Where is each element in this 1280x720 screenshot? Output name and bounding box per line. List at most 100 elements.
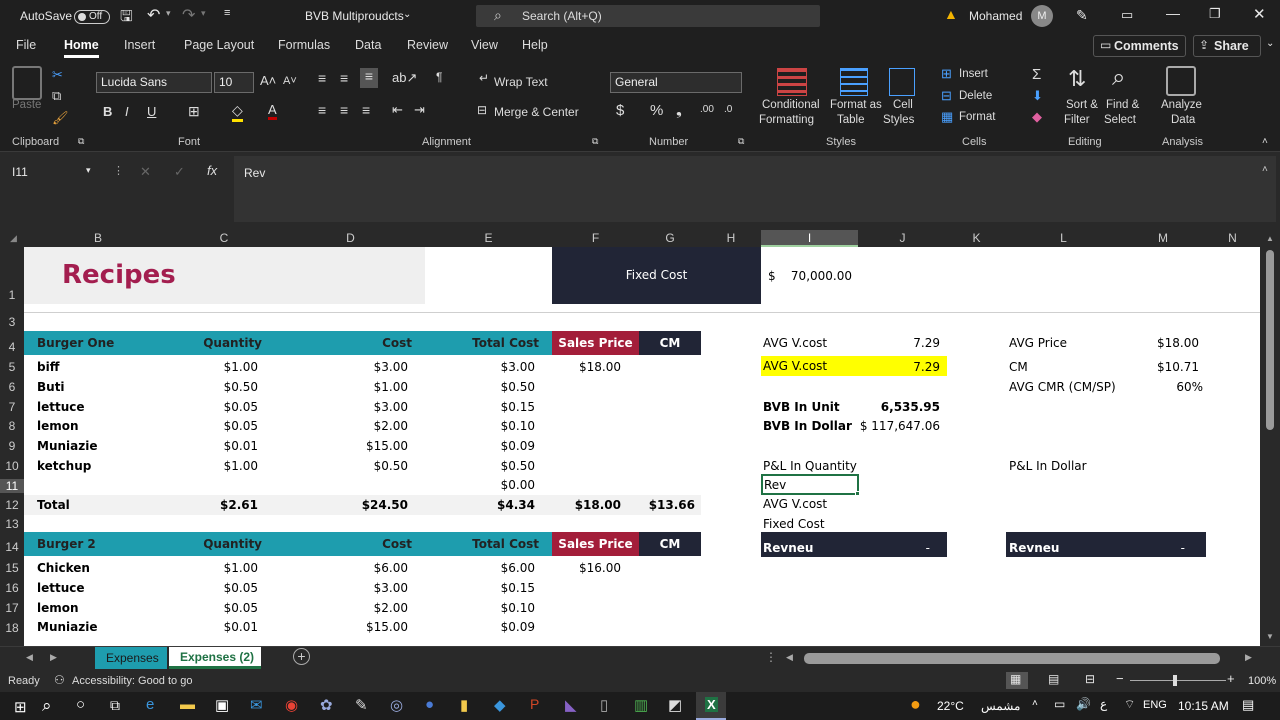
row-header[interactable]: 1 bbox=[0, 288, 24, 302]
item-name[interactable]: Muniazie bbox=[37, 437, 97, 455]
cell-styles-icon[interactable] bbox=[889, 68, 915, 96]
item-quantity[interactable]: $0.50 bbox=[172, 378, 258, 396]
burger1-header-quantity[interactable]: Quantity bbox=[172, 334, 262, 352]
row-header[interactable]: 9 bbox=[0, 439, 24, 453]
clipboard-launcher-icon[interactable]: ⧉ bbox=[78, 136, 84, 147]
item-name[interactable]: lettuce bbox=[37, 579, 85, 597]
undo-dropdown-icon[interactable]: ▾ bbox=[166, 8, 171, 19]
row-header[interactable]: 3 bbox=[0, 315, 24, 329]
fixed-cost-value[interactable]: 70,000.00 bbox=[764, 267, 852, 285]
orientation-icon[interactable]: ab↗ bbox=[392, 70, 417, 86]
borders-icon[interactable]: ⊞ bbox=[188, 103, 200, 120]
customize-toolbar-icon[interactable]: ≡ bbox=[224, 7, 230, 19]
bvb-dollar-label[interactable]: BVB In Dollar bbox=[763, 417, 852, 435]
app-icon[interactable]: ◩ bbox=[668, 696, 682, 714]
insert-cells-icon[interactable]: ⊞ bbox=[941, 66, 952, 82]
row-header[interactable]: 6 bbox=[0, 380, 24, 394]
align-middle-icon[interactable]: ≡ bbox=[340, 70, 348, 86]
decrease-font-icon[interactable]: A˅ bbox=[283, 75, 297, 87]
row-header[interactable]: 11 bbox=[0, 479, 24, 493]
item-quantity[interactable]: $0.05 bbox=[172, 579, 258, 597]
tab-insert[interactable]: Insert bbox=[124, 38, 155, 52]
volume-icon[interactable]: 🔊 bbox=[1076, 697, 1091, 711]
app-icon[interactable]: ✎ bbox=[355, 696, 368, 714]
pen-icon[interactable]: ✎ bbox=[1076, 7, 1088, 24]
bvb-unit-label[interactable]: BVB In Unit bbox=[763, 398, 840, 416]
row-header[interactable]: 8 bbox=[0, 419, 24, 433]
column-header-m[interactable]: M bbox=[1121, 230, 1205, 247]
burger2-header-cm[interactable]: CM bbox=[639, 535, 701, 553]
row-header[interactable]: 16 bbox=[0, 581, 24, 595]
app-icon[interactable]: ▯ bbox=[600, 696, 608, 714]
conditional-formatting-label-2[interactable]: Formatting bbox=[759, 113, 814, 128]
task-view-icon[interactable]: ⧉ bbox=[110, 697, 120, 714]
share-button[interactable]: ⇪ Share bbox=[1193, 35, 1261, 57]
burger1-header-cost[interactable]: Cost bbox=[284, 334, 412, 352]
increase-font-icon[interactable]: A˄ bbox=[260, 73, 276, 88]
total-label[interactable]: Total bbox=[37, 496, 70, 514]
item-total-cost[interactable]: $0.50 bbox=[425, 457, 535, 475]
tab-formulas[interactable]: Formulas bbox=[278, 38, 330, 52]
insert-function-icon[interactable]: fx bbox=[207, 163, 217, 178]
item-cost[interactable]: $2.00 bbox=[284, 599, 408, 617]
redo-dropdown-icon[interactable]: ▾ bbox=[201, 8, 206, 19]
normal-view-button[interactable]: ▦ bbox=[1006, 672, 1028, 689]
confirm-entry-icon[interactable]: ✓ bbox=[174, 164, 185, 180]
weather-icon[interactable]: ● bbox=[910, 694, 921, 715]
input-language[interactable]: ENG bbox=[1143, 699, 1167, 711]
avg-vcost3-label[interactable]: AVG V.cost bbox=[763, 495, 827, 513]
tab-file[interactable]: File bbox=[16, 38, 36, 52]
column-header-h[interactable]: H bbox=[701, 230, 761, 247]
item-cost[interactable]: $1.00 bbox=[284, 378, 408, 396]
cmr-value[interactable]: 60% bbox=[1124, 378, 1203, 396]
collapse-ribbon-icon[interactable]: ˄ bbox=[1262, 136, 1268, 147]
revneu2-label[interactable]: Revneu bbox=[1009, 539, 1059, 557]
item-total-cost[interactable]: $0.00 bbox=[425, 476, 535, 494]
find-select-icon[interactable]: ⌕ bbox=[1112, 64, 1125, 92]
percent-icon[interactable]: % bbox=[650, 102, 663, 119]
windows-start-icon[interactable]: ⊞ bbox=[14, 698, 27, 716]
item-total-cost[interactable]: $0.50 bbox=[425, 378, 535, 396]
item-name[interactable]: lemon bbox=[37, 417, 79, 435]
avg-price-label[interactable]: AVG Price bbox=[1009, 334, 1067, 352]
paste-label[interactable]: Paste bbox=[12, 98, 41, 113]
tab-review[interactable]: Review bbox=[407, 38, 448, 52]
italic-icon[interactable]: I bbox=[125, 104, 129, 119]
item-total-cost[interactable]: $3.00 bbox=[425, 358, 535, 376]
more-options-icon[interactable]: ⋮ bbox=[113, 164, 124, 177]
cm-value[interactable]: $10.71 bbox=[1124, 358, 1199, 376]
notifications-icon[interactable]: ▤ bbox=[1242, 697, 1254, 713]
accessibility-icon[interactable]: ⚇ bbox=[54, 673, 65, 687]
item-sales-price[interactable]: $18.00 bbox=[552, 358, 621, 376]
analyze-data-label-2[interactable]: Data bbox=[1171, 113, 1195, 128]
item-total-cost[interactable]: $0.09 bbox=[425, 437, 535, 455]
row-header[interactable]: 13 bbox=[0, 517, 24, 531]
total-cost[interactable]: $24.50 bbox=[284, 496, 408, 514]
tab-help[interactable]: Help bbox=[522, 38, 548, 52]
item-quantity[interactable]: $1.00 bbox=[172, 358, 258, 376]
merge-icon[interactable]: ⊟ bbox=[477, 103, 487, 117]
app-icon[interactable]: ◆ bbox=[494, 696, 506, 714]
weather-text[interactable]: مشمس bbox=[981, 699, 1020, 713]
analyze-data-label-1[interactable]: Analyze bbox=[1161, 98, 1202, 113]
name-box-dropdown-icon[interactable]: ▾ bbox=[86, 165, 91, 176]
item-total-cost[interactable]: $0.10 bbox=[425, 599, 535, 617]
cell-styles-label-2[interactable]: Styles bbox=[883, 113, 914, 128]
autosave-toggle[interactable]: Off bbox=[74, 10, 110, 24]
row-header[interactable]: 7 bbox=[0, 400, 24, 414]
avg-vcost-label[interactable]: AVG V.cost bbox=[763, 334, 827, 352]
find-select-label-1[interactable]: Find & bbox=[1106, 98, 1139, 113]
format-cells-button[interactable]: Format bbox=[959, 110, 995, 125]
item-total-cost[interactable]: $6.00 bbox=[425, 559, 535, 577]
item-name[interactable]: Chicken bbox=[37, 559, 90, 577]
item-total-cost[interactable]: $0.10 bbox=[425, 417, 535, 435]
fill-icon[interactable]: ⬇ bbox=[1032, 88, 1043, 104]
app-icon[interactable]: ◎ bbox=[390, 696, 403, 714]
save-icon[interactable]: 🖫 bbox=[120, 6, 133, 31]
fill-color-icon[interactable]: ◇ bbox=[232, 102, 243, 122]
show-hidden-icons-icon[interactable]: ˄ bbox=[1032, 698, 1038, 709]
tab-page-layout[interactable]: Page Layout bbox=[184, 38, 254, 52]
avg-vcost-value[interactable]: 7.29 bbox=[860, 334, 940, 352]
app-icon[interactable]: ▮ bbox=[460, 696, 468, 714]
page-layout-view-icon[interactable]: ▤ bbox=[1048, 672, 1059, 686]
